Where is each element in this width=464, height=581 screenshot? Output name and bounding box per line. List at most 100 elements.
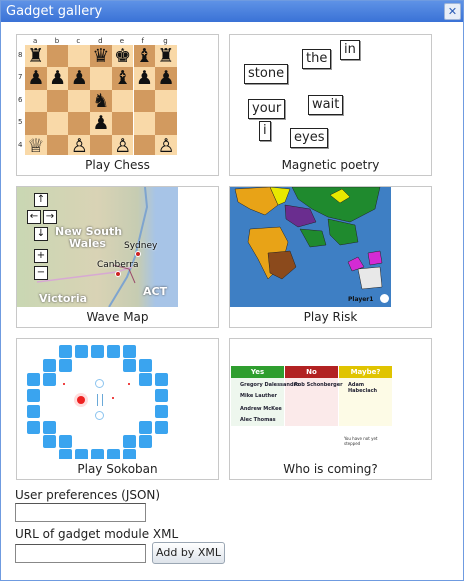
gadget-gallery-dialog: Gadget gallery ✕ ♜ ♛ ♚ ♝ ♜ ♟ ♟ ♟ ♝ ♟ ♟ ♞ ♟ ♕ ♙ ♙ ♙ a b c d e f…	[0, 0, 464, 581]
chess-board: ♜ ♛ ♚ ♝ ♜ ♟ ♟ ♟ ♝ ♟ ♟ ♞ ♟ ♕ ♙ ♙ ♙	[25, 45, 177, 155]
who-attendee: Alec Thomas	[240, 417, 276, 423]
sokoban-wall	[139, 359, 152, 372]
chess-piece: ♚	[114, 45, 132, 67]
sokoban-wall	[155, 405, 168, 418]
risk-player-label: Player1	[348, 296, 374, 303]
sokoban-wall	[155, 421, 168, 434]
who-is-coming-image: Yes No Maybe? Gregory Dalessandro Mike L…	[230, 339, 392, 459]
gadget-card-who-is-coming[interactable]: Yes No Maybe? Gregory Dalessandro Mike L…	[229, 338, 432, 480]
sokoban-wall	[91, 449, 104, 459]
who-footer-note: You have not yet stepped	[344, 436, 378, 446]
chess-piece: ♙	[114, 134, 132, 155]
sokoban-wall	[27, 373, 40, 386]
chess-square	[46, 89, 69, 113]
who-is-coming-thumbnail: Yes No Maybe? Gregory Dalessandro Mike L…	[230, 339, 431, 459]
chess-square	[111, 89, 134, 113]
poetry-word: stone	[244, 64, 289, 84]
who-attendee: Mike Lauther	[240, 393, 277, 399]
sokoban-figure-icon	[97, 394, 103, 406]
sokoban-wall	[59, 345, 72, 358]
map-region-label: Victoria	[39, 292, 88, 305]
gadget-card-wave-map[interactable]: ↑ ← → ↓ + − New South Wales Victoria ACT…	[16, 186, 219, 328]
who-attendee: Adam Habeclach	[348, 382, 378, 394]
map-zoom-in-button[interactable]: +	[34, 249, 48, 263]
map-marker-icon	[115, 271, 121, 277]
gadget-card-chess[interactable]: ♜ ♛ ♚ ♝ ♜ ♟ ♟ ♟ ♝ ♟ ♟ ♞ ♟ ♕ ♙ ♙ ♙ a b c d e f g 8 7 6 5 4 Play Chess	[16, 34, 219, 176]
sokoban-wall	[43, 421, 56, 434]
gadget-card-poetry[interactable]: in the stone wait your i eyes Magnetic p…	[229, 34, 432, 176]
gadget-label-who-is-coming: Who is coming?	[283, 462, 378, 476]
chess-rank-label: 4	[18, 140, 23, 149]
chess-piece: ♜	[27, 45, 45, 67]
chess-thumbnail: ♜ ♛ ♚ ♝ ♜ ♟ ♟ ♟ ♝ ♟ ♟ ♞ ♟ ♕ ♙ ♙ ♙ a b c d e f g 8 7 6 5 4	[17, 35, 218, 155]
sokoban-wall	[139, 435, 152, 448]
chess-file-label: g	[163, 37, 168, 45]
chess-square	[133, 112, 156, 135]
risk-board-image: Player1	[230, 187, 391, 307]
poetry-word: wait	[308, 95, 344, 115]
wave-map-thumbnail: ↑ ← → ↓ + − New South Wales Victoria ACT…	[17, 187, 218, 307]
chess-piece: ♞	[92, 89, 110, 112]
gadget-card-risk[interactable]: Player1 Play Risk	[229, 186, 432, 328]
sokoban-goal	[95, 379, 104, 388]
gadget-label-poetry: Magnetic poetry	[281, 158, 380, 172]
map-pan-left-button[interactable]: ←	[27, 210, 41, 224]
sokoban-wall	[43, 359, 56, 372]
chess-piece: ♕	[27, 134, 45, 155]
chess-piece: ♙	[157, 134, 175, 155]
gadget-card-sokoban[interactable]: Play Sokoban	[16, 338, 219, 480]
chess-square	[133, 134, 156, 155]
prefs-input[interactable]	[15, 503, 146, 522]
sokoban-wall	[107, 345, 120, 358]
chess-rank-label: 5	[18, 118, 23, 127]
who-attendee: Rob Schonberger	[294, 382, 343, 388]
chess-piece: ♟	[135, 67, 153, 90]
chess-rank-label: 6	[18, 95, 23, 104]
chess-rank-label: 7	[18, 73, 23, 82]
chess-file-label: b	[54, 37, 60, 45]
dialog-title: Gadget gallery	[6, 4, 103, 19]
chess-piece: ♟	[49, 67, 67, 90]
close-icon[interactable]: ✕	[444, 3, 461, 20]
sokoban-wall	[123, 435, 136, 448]
who-attendee: Andrew McKee	[240, 406, 282, 412]
sokoban-dot	[128, 383, 130, 385]
chess-square	[25, 89, 47, 113]
sokoban-thumbnail	[17, 339, 218, 459]
map-city-label: Sydney	[124, 241, 158, 251]
chess-piece: ♟	[157, 67, 175, 90]
sokoban-player-icon	[77, 396, 85, 404]
gadget-label-wave-map: Wave Map	[86, 310, 149, 324]
map-pan-right-button[interactable]: →	[43, 210, 57, 224]
sokoban-wall	[139, 373, 152, 386]
map-region-label: Wales	[69, 237, 106, 250]
chess-square	[155, 89, 177, 113]
chess-piece: ♟	[27, 67, 45, 90]
sokoban-wall	[123, 359, 136, 372]
chess-square	[90, 134, 112, 155]
risk-thumbnail: Player1	[230, 187, 431, 307]
gadget-label-risk: Play Risk	[303, 310, 358, 324]
sokoban-wall	[27, 405, 40, 418]
url-input[interactable]	[15, 544, 146, 563]
chess-file-label: f	[141, 37, 144, 45]
chess-board-image: ♜ ♛ ♚ ♝ ♜ ♟ ♟ ♟ ♝ ♟ ♟ ♞ ♟ ♕ ♙ ♙ ♙ a b c d e f g 8 7 6 5 4	[17, 37, 178, 155]
map-zoom-out-button[interactable]: −	[34, 266, 48, 280]
chess-square	[46, 134, 69, 155]
sokoban-wall	[75, 345, 88, 358]
chess-square	[25, 112, 47, 135]
map-pan-down-button[interactable]: ↓	[34, 227, 48, 241]
url-label: URL of gadget module XML	[15, 527, 179, 541]
sokoban-wall	[27, 389, 40, 402]
map-region-label: ACT	[143, 285, 168, 298]
poetry-thumbnail: in the stone wait your i eyes	[230, 35, 431, 155]
prefs-label: User preferences (JSON)	[15, 488, 161, 502]
chess-piece: ♟	[92, 112, 110, 135]
chess-piece: ♟	[70, 67, 88, 90]
chess-square	[111, 112, 134, 135]
poetry-word: in	[340, 40, 360, 60]
sokoban-dot	[63, 383, 65, 385]
sokoban-wall	[75, 449, 88, 459]
map-pan-up-button[interactable]: ↑	[34, 193, 48, 207]
add-by-xml-button[interactable]: Add by XML	[152, 542, 225, 564]
